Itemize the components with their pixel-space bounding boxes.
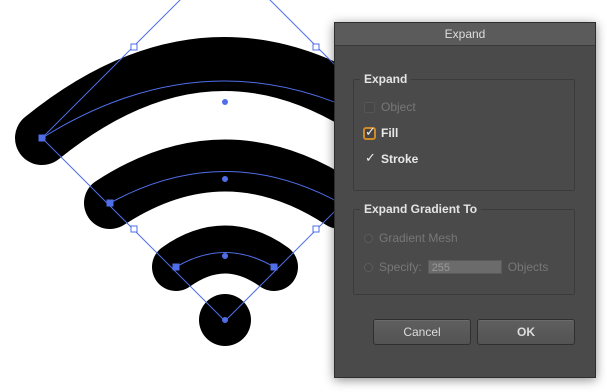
object-label: Object xyxy=(381,100,416,114)
gradient-mesh-label: Gradient Mesh xyxy=(379,231,458,245)
cancel-button[interactable]: Cancel xyxy=(373,319,471,345)
fill-label: Fill xyxy=(381,126,399,140)
stroke-label: Stroke xyxy=(381,152,419,166)
expand-dialog: Expand Expand Object ✓ Fill ✓ Stroke Exp… xyxy=(334,22,596,378)
expand-group: Expand Object ✓ Fill ✓ Stroke xyxy=(353,72,575,191)
specify-option[interactable]: Specify: 255 Objects xyxy=(364,260,548,274)
fill-checkbox[interactable]: ✓ xyxy=(364,124,376,139)
object-option[interactable]: Object xyxy=(364,100,416,114)
gradient-group-legend: Expand Gradient To xyxy=(360,202,482,216)
expand-gradient-group: Expand Gradient To Gradient Mesh Specify… xyxy=(353,202,575,295)
gradient-mesh-option[interactable]: Gradient Mesh xyxy=(364,231,458,245)
ok-button[interactable]: OK xyxy=(477,319,575,345)
specify-radio[interactable] xyxy=(364,262,373,272)
dialog-title: Expand xyxy=(335,23,595,46)
specify-objects-input[interactable]: 255 xyxy=(427,260,502,274)
stroke-checkbox[interactable]: ✓ xyxy=(364,150,376,165)
checkmark-icon: ✓ xyxy=(365,149,376,165)
checkmark-icon: ✓ xyxy=(365,123,376,139)
object-checkbox[interactable] xyxy=(364,101,375,113)
stroke-option[interactable]: ✓ Stroke xyxy=(364,150,419,167)
expand-group-legend: Expand xyxy=(360,72,412,86)
specify-label: Specify: xyxy=(379,260,422,274)
fill-option[interactable]: ✓ Fill xyxy=(364,124,399,140)
gradient-mesh-radio[interactable] xyxy=(364,233,373,243)
objects-label: Objects xyxy=(507,260,549,274)
